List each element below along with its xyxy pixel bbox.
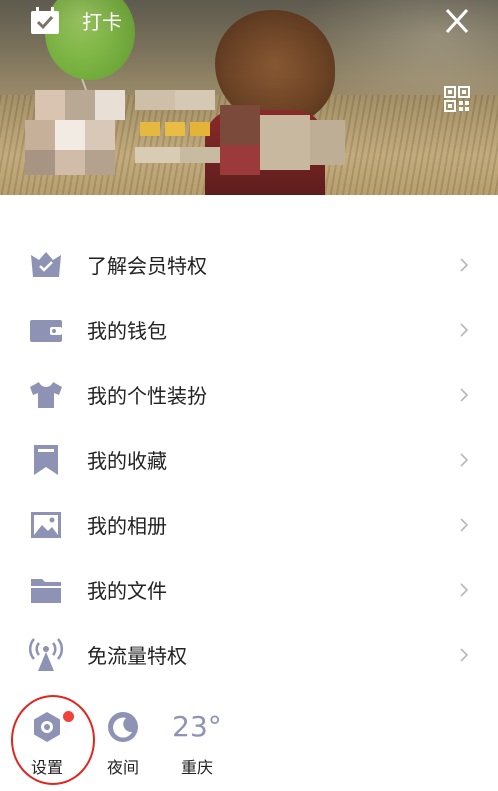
chevron-right-icon bbox=[460, 257, 469, 272]
menu-label: 我的钱包 bbox=[87, 319, 167, 343]
bookmark-icon bbox=[34, 444, 58, 475]
chevron-right-icon bbox=[460, 517, 469, 532]
menu-item-wallet[interactable]: 我的钱包 bbox=[0, 297, 498, 362]
temperature-value: 23° bbox=[172, 710, 222, 743]
moon-icon bbox=[108, 712, 138, 742]
folder-icon bbox=[31, 578, 61, 603]
chevron-right-icon bbox=[460, 452, 469, 467]
menu-label: 我的文件 bbox=[87, 579, 167, 603]
shirt-icon bbox=[30, 381, 62, 408]
menu-label: 我的收藏 bbox=[87, 449, 167, 473]
weather-widget[interactable]: 23° 重庆 bbox=[172, 710, 222, 778]
chevron-right-icon bbox=[460, 387, 469, 402]
wallet-icon bbox=[30, 319, 62, 342]
menu-item-dressup[interactable]: 我的个性装扮 bbox=[0, 362, 498, 427]
photo-icon bbox=[31, 511, 61, 538]
chevron-right-icon bbox=[460, 322, 469, 337]
highlight-circle bbox=[11, 695, 95, 785]
qr-code-icon[interactable] bbox=[444, 86, 470, 112]
menu-item-free-data[interactable]: 免流量特权 bbox=[0, 622, 498, 687]
signal-tower-icon bbox=[29, 637, 63, 671]
night-mode-label: 夜间 bbox=[106, 758, 139, 777]
checkin-button[interactable]: 打卡 bbox=[30, 6, 122, 35]
menu-list: 了解会员特权 我的钱包 我的个性装扮 我的收藏 我的相册 我的文件 免流量特权 bbox=[0, 232, 498, 687]
calendar-check-icon bbox=[31, 6, 59, 34]
vip-crown-icon bbox=[31, 251, 61, 277]
menu-item-favorites[interactable]: 我的收藏 bbox=[0, 427, 498, 492]
menu-item-vip[interactable]: 了解会员特权 bbox=[0, 232, 498, 297]
menu-label: 了解会员特权 bbox=[87, 254, 207, 278]
profile-header: 打卡 bbox=[0, 0, 498, 195]
night-mode-button[interactable]: 夜间 bbox=[98, 710, 148, 778]
chevron-right-icon bbox=[460, 582, 469, 597]
menu-label: 我的个性装扮 bbox=[87, 384, 207, 408]
checkin-label: 打卡 bbox=[82, 10, 122, 34]
menu-item-album[interactable]: 我的相册 bbox=[0, 492, 498, 557]
menu-label: 免流量特权 bbox=[87, 644, 187, 668]
close-icon[interactable] bbox=[440, 6, 474, 36]
menu-item-files[interactable]: 我的文件 bbox=[0, 557, 498, 622]
city-label: 重庆 bbox=[180, 758, 213, 777]
chevron-right-icon bbox=[460, 647, 469, 662]
menu-label: 我的相册 bbox=[87, 514, 167, 538]
